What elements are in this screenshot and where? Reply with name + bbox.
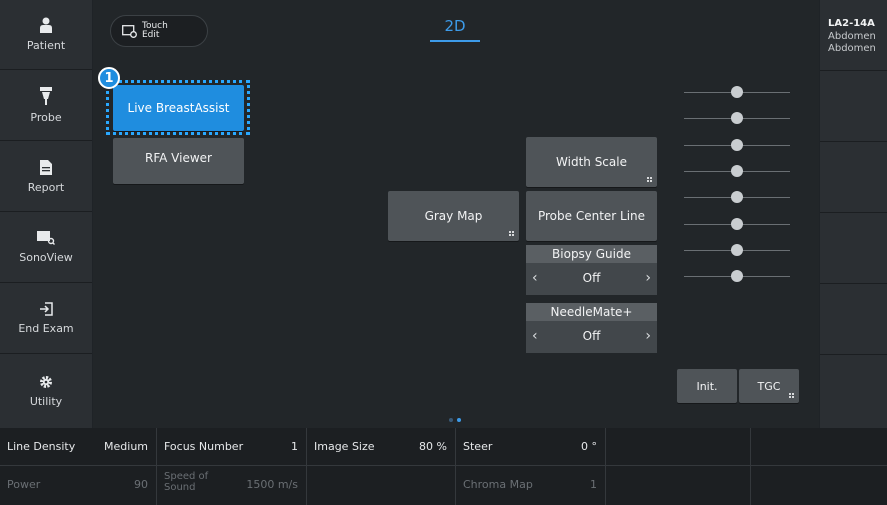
- param-image-size[interactable]: Image Size 80 %: [307, 428, 456, 466]
- param-empty-slot: [307, 466, 456, 505]
- width-scale-button[interactable]: Width Scale: [526, 137, 657, 187]
- rfa-viewer-button[interactable]: RFA Viewer: [113, 138, 244, 184]
- more-options-icon: [647, 177, 652, 182]
- param-label: Steer: [463, 440, 493, 453]
- sidebar-item-label: Probe: [30, 111, 62, 124]
- tgc-slider-knob[interactable]: [731, 270, 743, 282]
- chevron-right-icon[interactable]: ›: [645, 328, 651, 344]
- tgc-slider-knob[interactable]: [731, 218, 743, 230]
- param-value: 90: [134, 478, 148, 491]
- tgc-button[interactable]: TGC: [739, 369, 799, 403]
- gray-map-label: Gray Map: [424, 209, 483, 223]
- sidebar-item-patient[interactable]: Patient: [0, 0, 92, 70]
- right-panel-empty-cell: [820, 213, 887, 284]
- param-empty-slot: [751, 428, 887, 466]
- sidebar-item-label: Patient: [26, 39, 66, 52]
- sidebar-item-probe[interactable]: Probe: [0, 71, 92, 141]
- touch-edit-button[interactable]: Touch Edit: [110, 15, 208, 47]
- width-scale-label: Width Scale: [556, 155, 627, 169]
- sidebar-item-report[interactable]: Report: [0, 142, 92, 212]
- param-empty-slot: [606, 428, 751, 466]
- mode-title: 2D: [444, 17, 466, 35]
- param-empty-slot: [751, 466, 887, 505]
- person-icon: [40, 17, 52, 33]
- sidebar-item-label: End Exam: [18, 322, 74, 335]
- gray-map-button[interactable]: Gray Map: [388, 191, 519, 241]
- param-label: Speed of Sound: [164, 471, 209, 493]
- tgc-slider-knob[interactable]: [731, 191, 743, 203]
- right-panel-empty-cell: [820, 355, 887, 428]
- param-speed-of-sound[interactable]: Speed of Sound 1500 m/s: [157, 466, 307, 505]
- param-value: Medium: [104, 440, 148, 453]
- touch-edit-label-line2: Edit: [142, 30, 160, 40]
- preset-name: Abdomen: [828, 31, 876, 42]
- tgc-slider-knob[interactable]: [731, 86, 743, 98]
- tgc-label: TGC: [757, 379, 781, 393]
- needlemate-title: NeedleMate+: [526, 303, 657, 321]
- param-empty-slot: [606, 466, 751, 505]
- param-label: Image Size: [314, 440, 375, 453]
- mode-title-underline: [430, 40, 480, 42]
- sidebar-item-label: Utility: [29, 395, 63, 408]
- probe-preset-cell[interactable]: LA2-14A Abdomen Abdomen: [820, 0, 887, 71]
- biopsy-guide-selector: Biopsy Guide ‹ Off ›: [526, 245, 657, 295]
- needlemate-selector: NeedleMate+ ‹ Off ›: [526, 303, 657, 353]
- right-panel-empty-cell: [820, 284, 887, 355]
- more-options-icon: [789, 393, 794, 398]
- param-value: 1500 m/s: [246, 478, 298, 491]
- param-steer[interactable]: Steer 0 °: [456, 428, 606, 466]
- right-panel-empty-cell: [820, 71, 887, 142]
- parameter-bar: Line Density Medium Focus Number 1 Image…: [0, 428, 887, 505]
- biopsy-guide-title: Biopsy Guide: [526, 245, 657, 263]
- tgc-slider-knob[interactable]: [731, 165, 743, 177]
- document-icon: [40, 159, 52, 175]
- param-value: 1: [291, 440, 298, 453]
- tgc-slider-knob[interactable]: [731, 139, 743, 151]
- focus-highlight: [106, 80, 250, 135]
- callout-badge: 1: [98, 67, 120, 89]
- param-power[interactable]: Power 90: [0, 466, 157, 505]
- param-value: 0 °: [581, 440, 597, 453]
- exit-icon: [40, 302, 53, 316]
- biopsy-guide-body: ‹ Off ›: [526, 263, 657, 295]
- sidebar-item-utility[interactable]: Utility: [0, 355, 92, 428]
- page-dot[interactable]: [449, 418, 453, 422]
- param-line-density[interactable]: Line Density Medium: [0, 428, 157, 466]
- param-value: 80 %: [419, 440, 447, 453]
- tgc-slider-knob[interactable]: [731, 112, 743, 124]
- needlemate-body: ‹ Off ›: [526, 321, 657, 353]
- param-chroma-map[interactable]: Chroma Map 1: [456, 466, 606, 505]
- probe-center-line-button[interactable]: Probe Center Line: [526, 191, 657, 241]
- right-panel-empty-cell: [820, 142, 887, 213]
- sidebar-item-sonoview[interactable]: SonoView: [0, 213, 92, 283]
- tgc-init-button[interactable]: Init.: [677, 369, 737, 403]
- probe-name: LA2-14A: [828, 18, 875, 29]
- tgc-slider-knob[interactable]: [731, 244, 743, 256]
- probe-icon: [40, 87, 52, 105]
- left-sidebar: Patient Probe Report SonoView End Exam U…: [0, 0, 92, 428]
- chevron-right-icon[interactable]: ›: [645, 270, 651, 286]
- gear-icon: [40, 376, 52, 388]
- right-info-panel: LA2-14A Abdomen Abdomen: [820, 0, 887, 428]
- sidebar-item-label: SonoView: [19, 251, 73, 264]
- edit-icon: [122, 25, 137, 38]
- page-dot[interactable]: [457, 418, 461, 422]
- sidebar-item-end-exam[interactable]: End Exam: [0, 284, 92, 354]
- param-label: Chroma Map: [463, 478, 533, 491]
- param-label: Line Density: [7, 440, 76, 453]
- needlemate-value: Off: [582, 329, 601, 343]
- more-options-icon: [509, 231, 514, 236]
- param-label: Focus Number: [164, 440, 244, 453]
- param-value: 1: [590, 478, 597, 491]
- preset-name: Abdomen: [828, 43, 876, 54]
- param-focus-number[interactable]: Focus Number 1: [157, 428, 307, 466]
- param-label: Power: [7, 478, 41, 491]
- sonoview-icon: [37, 231, 55, 245]
- sidebar-item-label: Report: [27, 180, 65, 194]
- biopsy-guide-value: Off: [582, 271, 601, 285]
